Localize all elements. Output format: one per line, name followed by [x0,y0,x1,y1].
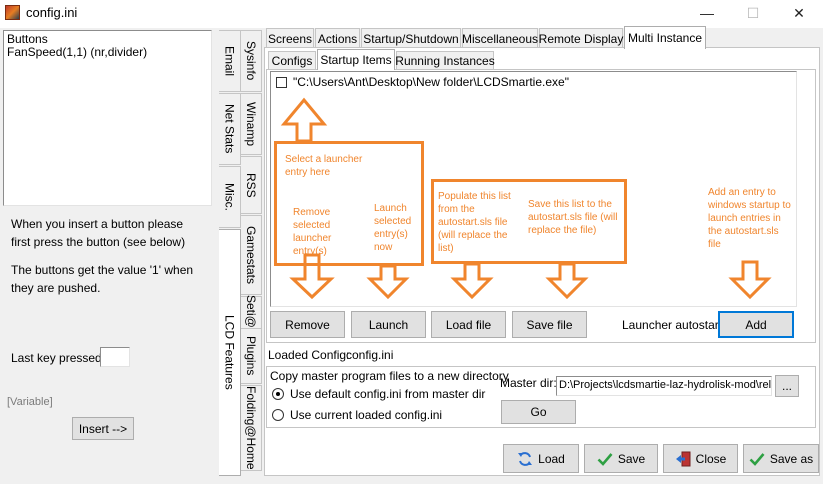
save-button[interactable]: Save [584,444,658,473]
radio-default-config[interactable] [272,388,284,400]
exit-door-icon [675,451,691,466]
checkmark-icon [749,452,765,466]
launcher-autostart-label: Launcher autostart: [622,318,726,332]
arrow-up-icon [280,97,328,143]
arrow-down-icon [289,253,335,300]
close-button-label: Close [695,451,727,466]
arrow-down-icon [366,264,410,300]
arrow-down-icon [450,262,494,300]
refresh-icon [518,451,533,466]
option-default-config-label: Use default config.ini from master dir [290,387,486,401]
checkmark-icon [597,452,613,466]
master-dir-field[interactable]: D:\Projects\lcdsmartie-laz-hydrolisk-mod… [556,376,772,396]
launch-button[interactable]: Launch [351,311,426,338]
radio-current-config[interactable] [272,409,284,421]
arrow-down-icon [545,262,589,300]
tab-multi-instance[interactable]: Multi Instance [624,26,706,49]
browse-button[interactable]: ... [775,375,799,397]
option-default-config[interactable]: Use default config.ini from master dir [272,387,485,401]
master-dir-label: Master dir: [500,376,557,390]
loaded-config-value: config.ini [346,348,394,362]
option-current-config[interactable]: Use current loaded config.ini [272,408,442,422]
option-current-config-label: Use current loaded config.ini [290,408,443,422]
save-as-button-label: Save as [769,451,814,466]
load-button-label: Load [538,451,565,466]
save-button-label: Save [617,451,646,466]
copy-group-title: Copy master program files to a new direc… [270,369,509,383]
tab-startup-items[interactable]: Startup Items [317,49,395,70]
arrow-down-icon [728,260,772,300]
add-button[interactable]: Add [718,311,794,338]
load-button[interactable]: Load [503,444,579,473]
load-file-button[interactable]: Load file [431,311,506,338]
loaded-config-label: Loaded Config: [268,348,350,362]
close-button[interactable]: Close [663,444,738,473]
save-as-button[interactable]: Save as [743,444,819,473]
save-file-button[interactable]: Save file [512,311,587,338]
go-button[interactable]: Go [501,400,576,424]
remove-button[interactable]: Remove [270,311,345,338]
